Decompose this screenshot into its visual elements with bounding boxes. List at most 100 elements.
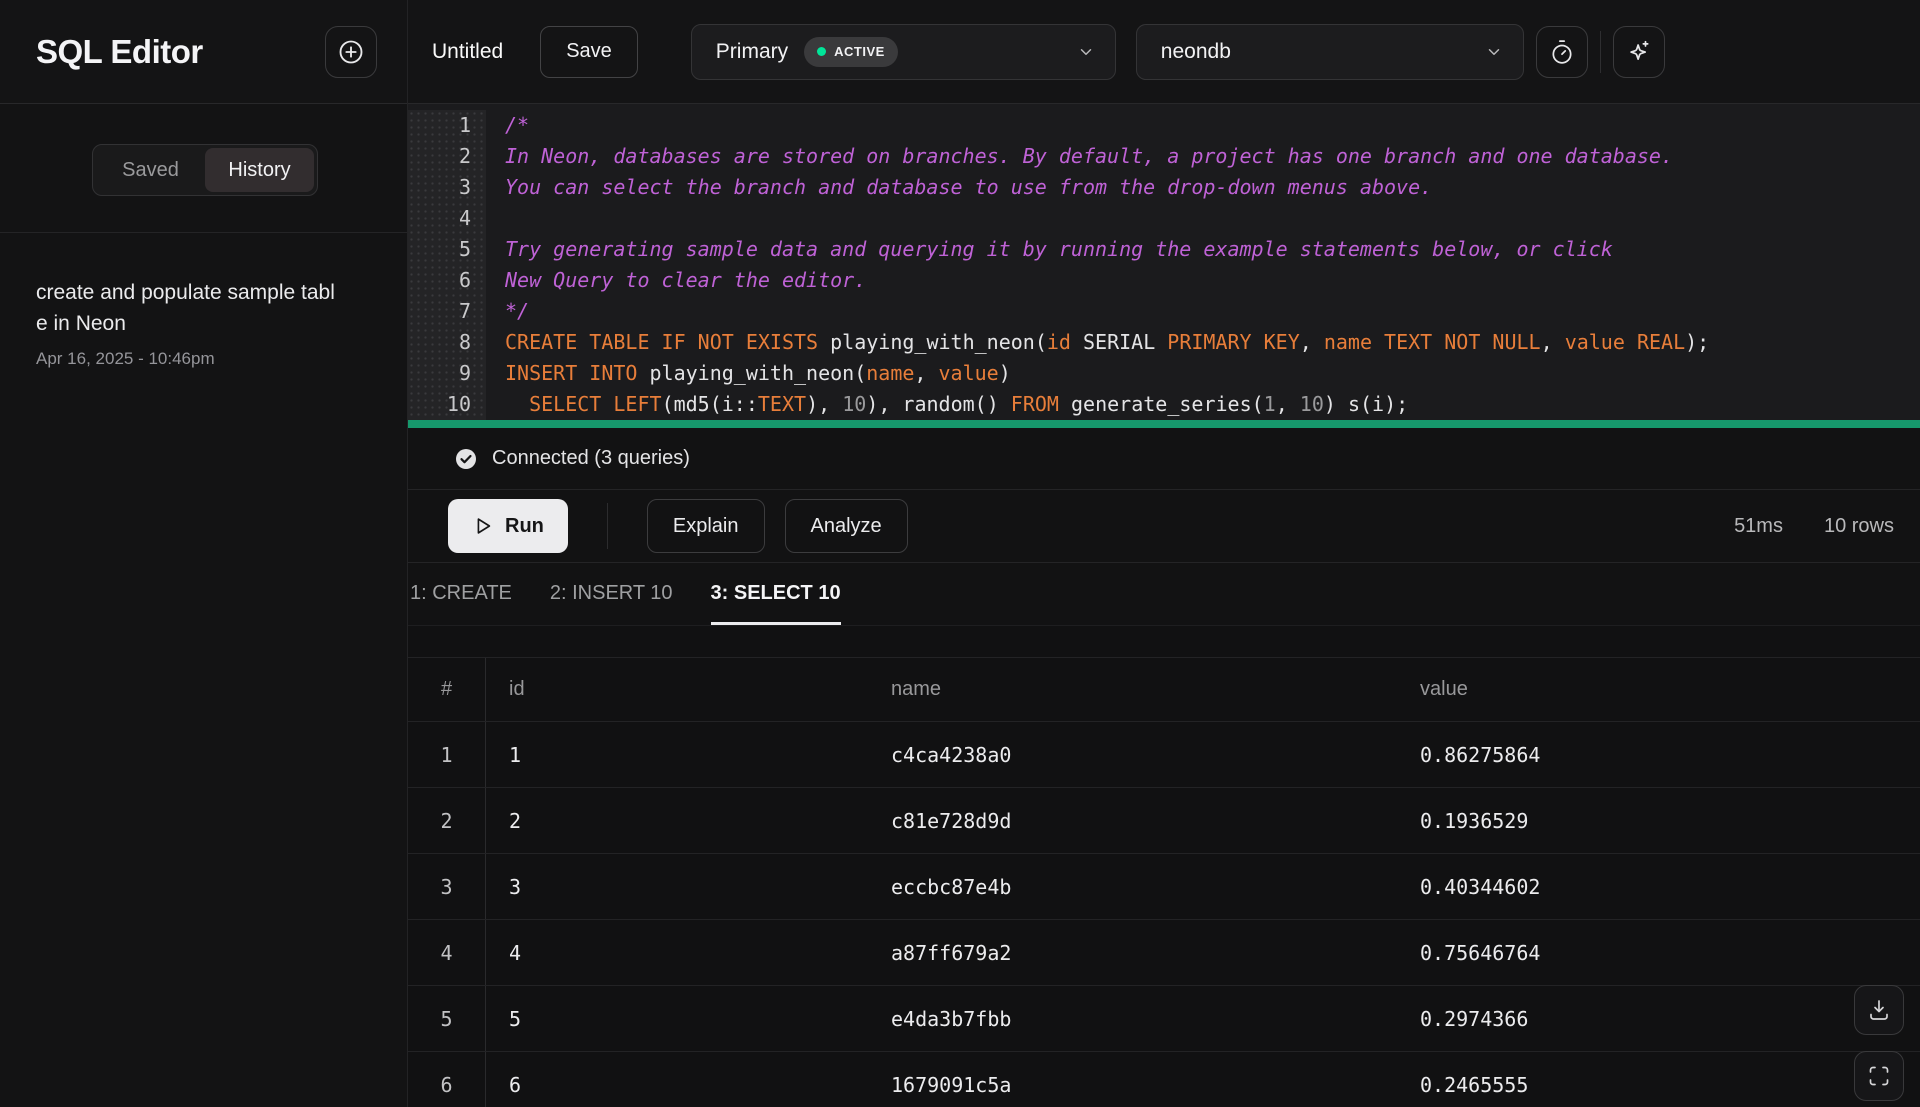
code-token: SERIAL <box>1071 330 1167 354</box>
history-item-title: create and populate sample table in Neon <box>36 277 338 339</box>
query-history-timer-button[interactable] <box>1536 26 1588 78</box>
code-line[interactable]: INSERT INTO playing_with_neon(name, valu… <box>505 358 1920 389</box>
code-token: 1 <box>1264 392 1276 416</box>
sidebar-header: SQL Editor <box>0 0 407 104</box>
code-line[interactable]: In Neon, databases are stored on branche… <box>505 141 1920 172</box>
check-circle-icon <box>454 447 478 471</box>
analyze-button[interactable]: Analyze <box>785 499 908 553</box>
table-row[interactable]: 55e4da3b7fbb0.2974366 <box>408 986 1920 1052</box>
code-token: value <box>1565 330 1625 354</box>
table-cell: 0.40344602 <box>1397 875 1920 899</box>
chevron-down-icon <box>1077 43 1095 61</box>
code-token <box>1625 330 1637 354</box>
result-tabs: 1: CREATE 2: INSERT 10 3: SELECT 10 <box>408 563 1920 626</box>
history-list-item[interactable]: create and populate sample table in Neon… <box>0 233 407 369</box>
sidebar-body: Saved History create and populate sample… <box>0 104 407 1107</box>
code-token <box>601 392 613 416</box>
line-number: 10 <box>408 389 486 420</box>
code-token: ) s(i); <box>1324 392 1408 416</box>
stopwatch-icon <box>1549 39 1575 65</box>
table-header: #idnamevalue <box>408 657 1920 722</box>
code-line[interactable]: SELECT LEFT(md5(i::TEXT), 10), random() … <box>505 389 1920 420</box>
tab-saved[interactable]: Saved <box>96 148 205 192</box>
table-cell: 1679091c5a <box>868 1073 1397 1097</box>
code-token: ) <box>999 361 1011 385</box>
database-select[interactable]: neondb <box>1136 24 1524 80</box>
line-number: 4 <box>408 203 486 234</box>
sparkles-icon <box>1626 39 1652 65</box>
branch-select[interactable]: Primary ACTIVE <box>691 24 1116 80</box>
table-cell: 0.2465555 <box>1397 1073 1920 1097</box>
table-row[interactable]: 22c81e728d9d0.1936529 <box>408 788 1920 854</box>
query-metrics: 51ms 10 rows <box>1734 515 1894 538</box>
code-token: name <box>866 361 914 385</box>
code-line[interactable]: CREATE TABLE IF NOT EXISTS playing_with_… <box>505 327 1920 358</box>
explain-button[interactable]: Explain <box>647 499 765 553</box>
new-query-button[interactable] <box>325 26 377 78</box>
code-line[interactable]: Try generating sample data and querying … <box>505 234 1920 265</box>
table-row[interactable]: 33eccbc87e4b0.40344602 <box>408 854 1920 920</box>
code-token: playing_with_neon( <box>818 330 1047 354</box>
code-token: TEXT <box>758 392 806 416</box>
code-token: , <box>914 361 938 385</box>
code-line[interactable]: */ <box>505 296 1920 327</box>
result-tab-1[interactable]: 1: CREATE <box>410 563 512 625</box>
column-header-index: # <box>408 658 486 721</box>
editor-resize-bar[interactable] <box>408 420 1920 428</box>
result-tab-2[interactable]: 2: INSERT 10 <box>550 563 673 625</box>
branch-status-badge: ACTIVE <box>804 37 898 67</box>
status-dot <box>817 47 826 56</box>
sql-editor-app: SQL Editor Saved History create and popu… <box>0 0 1920 1107</box>
table-row[interactable]: 44a87ff679a20.75646764 <box>408 920 1920 986</box>
code-line[interactable]: New Query to clear the editor. <box>505 265 1920 296</box>
run-button-label: Run <box>505 515 544 538</box>
line-number-gutter: 12345678910 <box>408 110 486 420</box>
sql-code-editor[interactable]: 12345678910 /* In Neon, databases are sto… <box>408 104 1920 420</box>
table-cell: 0.75646764 <box>1397 941 1920 965</box>
result-tab-3[interactable]: 3: SELECT 10 <box>711 563 841 625</box>
line-number: 8 <box>408 327 486 358</box>
code-token: 10 <box>842 392 866 416</box>
code-token: In Neon, databases are stored on branche… <box>505 144 1673 168</box>
table-cell: 4 <box>486 941 868 965</box>
run-button[interactable]: Run <box>448 499 568 553</box>
download-results-button[interactable] <box>1854 985 1904 1035</box>
table-cell: 4 <box>408 920 486 985</box>
topbar-divider <box>1600 31 1601 73</box>
save-button[interactable]: Save <box>540 26 638 78</box>
connection-status-label: Connected (3 queries) <box>492 447 690 470</box>
line-number: 2 <box>408 141 486 172</box>
tab-history[interactable]: History <box>205 148 314 192</box>
line-number: 5 <box>408 234 486 265</box>
table-cell: 5 <box>486 1007 868 1031</box>
table-cell: 2 <box>408 788 486 853</box>
code-token: , <box>1276 392 1300 416</box>
code-token: PRIMARY KEY <box>1167 330 1299 354</box>
fullscreen-button[interactable] <box>1854 1051 1904 1101</box>
code-line[interactable] <box>505 203 1920 234</box>
table-cell: c81e728d9d <box>868 809 1397 833</box>
line-number: 3 <box>408 172 486 203</box>
table-cell: a87ff679a2 <box>868 941 1397 965</box>
table-cell: 6 <box>408 1052 486 1107</box>
line-number: 1 <box>408 110 486 141</box>
code-token: (md5(i:: <box>662 392 758 416</box>
code-token: ), <box>806 392 842 416</box>
table-body: 11c4ca4238a00.8627586422c81e728d9d0.1936… <box>408 722 1920 1107</box>
table-cell: 0.1936529 <box>1397 809 1920 833</box>
table-cell: c4ca4238a0 <box>868 743 1397 767</box>
table-cell: 3 <box>408 854 486 919</box>
code-line[interactable]: You can select the branch and database t… <box>505 172 1920 203</box>
table-row[interactable]: 661679091c5a0.2465555 <box>408 1052 1920 1107</box>
code-line[interactable]: /* <box>505 110 1920 141</box>
ai-assist-button[interactable] <box>1613 26 1665 78</box>
database-name: neondb <box>1161 40 1231 64</box>
code-token: INSERT INTO <box>505 361 637 385</box>
chevron-down-icon <box>1485 43 1503 61</box>
code-token: ), random() <box>866 392 1011 416</box>
table-row[interactable]: 11c4ca4238a00.86275864 <box>408 722 1920 788</box>
table-cell: 1 <box>486 743 868 767</box>
branch-name: Primary <box>716 40 788 64</box>
code-token: LEFT <box>613 392 661 416</box>
sidebar: SQL Editor Saved History create and popu… <box>0 0 408 1107</box>
